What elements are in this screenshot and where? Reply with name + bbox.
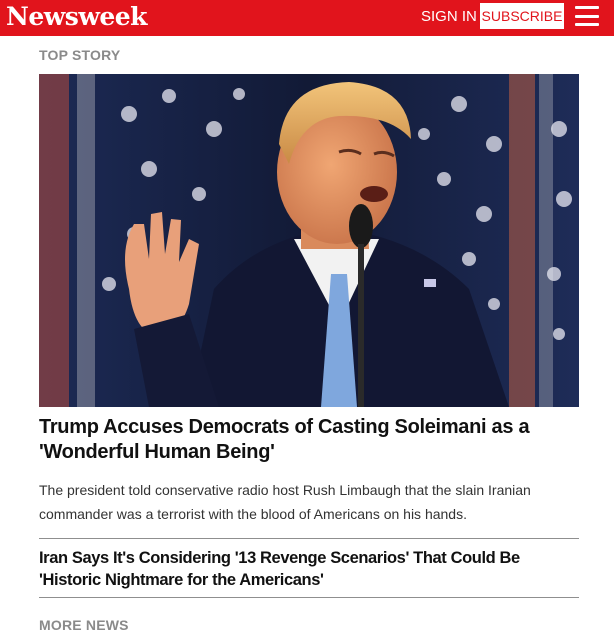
divider: [39, 597, 579, 598]
top-story-image[interactable]: [39, 74, 579, 407]
top-story-label: TOP STORY: [39, 47, 121, 63]
subscribe-button[interactable]: SUBSCRIBE: [480, 3, 564, 29]
menu-bar-line: [575, 23, 599, 26]
sign-in-link[interactable]: SIGN IN: [421, 7, 477, 27]
related-story-headline[interactable]: Iran Says It's Considering '13 Revenge S…: [39, 547, 579, 591]
top-story-summary: The president told conservative radio ho…: [39, 482, 531, 522]
menu-bar-line: [575, 6, 599, 9]
top-navigation-bar: Newsweek SIGN IN SUBSCRIBE: [0, 0, 614, 36]
newsweek-logo[interactable]: Newsweek: [6, 2, 148, 32]
hamburger-menu-icon[interactable]: [575, 6, 599, 26]
divider: [39, 538, 579, 539]
more-news-label: MORE NEWS: [39, 617, 129, 633]
top-story-headline[interactable]: Trump Accuses Democrats of Casting Solei…: [39, 415, 579, 465]
menu-bar-line: [575, 14, 599, 18]
